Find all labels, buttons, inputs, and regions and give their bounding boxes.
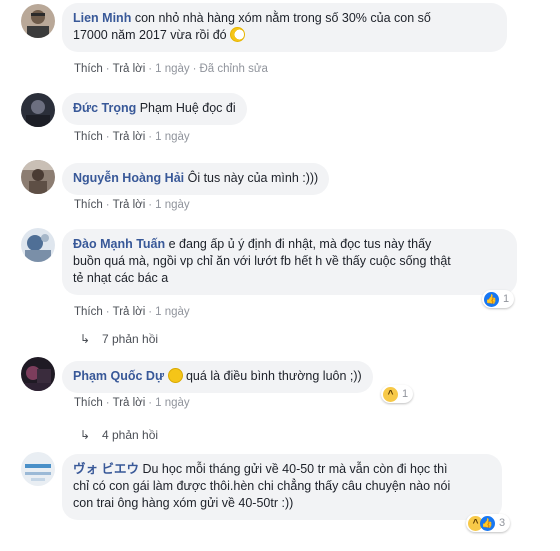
timestamp[interactable]: 1 ngày (155, 63, 190, 75)
replies-count: 4 phản hồi (102, 428, 159, 442)
timestamp[interactable]: 1 ngày (155, 306, 190, 318)
view-replies-link[interactable]: ↳ 4 phản hồi (80, 428, 158, 442)
author-name[interactable]: Phạm Quốc Dự (73, 369, 164, 383)
comment-actions: Thích · Trả lời · 1 ngày (74, 397, 190, 409)
comment-text: 17000 năm 2017 vừa rồi đó (73, 28, 227, 42)
avatar[interactable] (21, 160, 55, 194)
view-replies-link[interactable]: ↳ 7 phản hồi (80, 332, 158, 346)
comment-text: Ôi tus này của mình :))) (187, 171, 319, 185)
avatar[interactable] (21, 357, 55, 391)
comment-text: con nhỏ nhà hàng xóm nằm trong số 30% củ… (134, 11, 431, 25)
moon-face-emoji-icon (230, 27, 246, 42)
reply-link[interactable]: Trả lời (113, 63, 146, 75)
comment-text: Du học mỗi tháng gửi về 40-50 tr mà vẫn … (142, 462, 448, 476)
reply-link[interactable]: Trả lời (113, 397, 146, 409)
comment-bubble: Lien Minh con nhỏ nhà hàng xóm nằm trong… (62, 3, 507, 52)
like-reaction-icon: 👍 (484, 291, 499, 307)
smirk-emoji-icon (167, 368, 183, 383)
reply-arrow-icon: ↳ (80, 428, 91, 442)
avatar[interactable] (21, 93, 55, 127)
comment-text: chỉ có con gái làm được thôi.hèn chi chẳ… (73, 479, 451, 493)
reaction-badge[interactable]: ^ 1 (381, 385, 414, 403)
reaction-badge[interactable]: ^ 👍 3 (466, 514, 511, 532)
timestamp[interactable]: 1 ngày (155, 397, 190, 409)
reply-link[interactable]: Trả lời (113, 199, 146, 211)
comment-text: Phạm Huệ đọc đi (139, 101, 236, 115)
comment-bubble: Đào Mạnh Tuấn e đang ấp ủ ý định đi nhật… (62, 229, 517, 295)
comment-actions: Thích · Trả lời · 1 ngày (74, 306, 190, 318)
like-link[interactable]: Thích (74, 63, 103, 75)
comment-text: tẻ nhạt các bác a (73, 271, 169, 285)
author-name[interactable]: ヴォ ビエウ (73, 462, 139, 476)
like-link[interactable]: Thích (74, 131, 103, 143)
comment-bubble: Đức Trọng Phạm Huệ đọc đi (62, 93, 247, 125)
comment-text: con trai ông hàng xóm gửi về 40-50tr :)) (73, 496, 294, 510)
like-link[interactable]: Thích (74, 306, 103, 318)
author-name[interactable]: Đức Trọng (73, 101, 136, 115)
comment-bubble: ヴォ ビエウ Du học mỗi tháng gửi về 40-50 tr … (62, 454, 502, 520)
reaction-count: 1 (402, 388, 409, 400)
author-name[interactable]: Nguyễn Hoàng Hải (73, 171, 184, 185)
haha-reaction-icon: ^ (383, 386, 398, 402)
avatar[interactable] (21, 452, 55, 486)
reaction-badge[interactable]: 👍 1 (482, 290, 515, 308)
comment-actions: Thích · Trả lời · 1 ngày (74, 131, 190, 143)
comment-actions: Thích · Trả lời · 1 ngày · Đã chỉnh sửa (74, 63, 268, 75)
reply-link[interactable]: Trả lời (113, 131, 146, 143)
reaction-count: 1 (503, 293, 510, 305)
like-reaction-icon: 👍 (480, 515, 495, 531)
reply-link[interactable]: Trả lời (113, 306, 146, 318)
comment-bubble: Nguyễn Hoàng Hải Ôi tus này của mình :))… (62, 163, 330, 195)
avatar[interactable] (21, 4, 55, 38)
comment-actions: Thích · Trả lời · 1 ngày (74, 199, 190, 211)
comment-text: buồn quá mà, ngồi vp chỉ ăn với lướt fb … (73, 254, 451, 268)
replies-count: 7 phản hồi (102, 332, 159, 346)
comment-text: e đang ấp ủ ý định đi nhật, mà đọc tus n… (168, 237, 432, 251)
author-name[interactable]: Lien Minh (73, 11, 131, 25)
author-name[interactable]: Đào Mạnh Tuấn (73, 237, 165, 251)
reply-arrow-icon: ↳ (80, 332, 91, 346)
like-link[interactable]: Thích (74, 397, 103, 409)
edited-label[interactable]: Đã chỉnh sửa (200, 63, 268, 75)
comment-text: quá là điều bình thường luôn ;)) (185, 369, 362, 383)
comment-bubble: Phạm Quốc Dự quá là điều bình thường luô… (62, 361, 373, 393)
timestamp[interactable]: 1 ngày (155, 199, 190, 211)
avatar[interactable] (21, 228, 55, 262)
reaction-count: 3 (499, 517, 506, 529)
like-link[interactable]: Thích (74, 199, 103, 211)
timestamp[interactable]: 1 ngày (155, 131, 190, 143)
